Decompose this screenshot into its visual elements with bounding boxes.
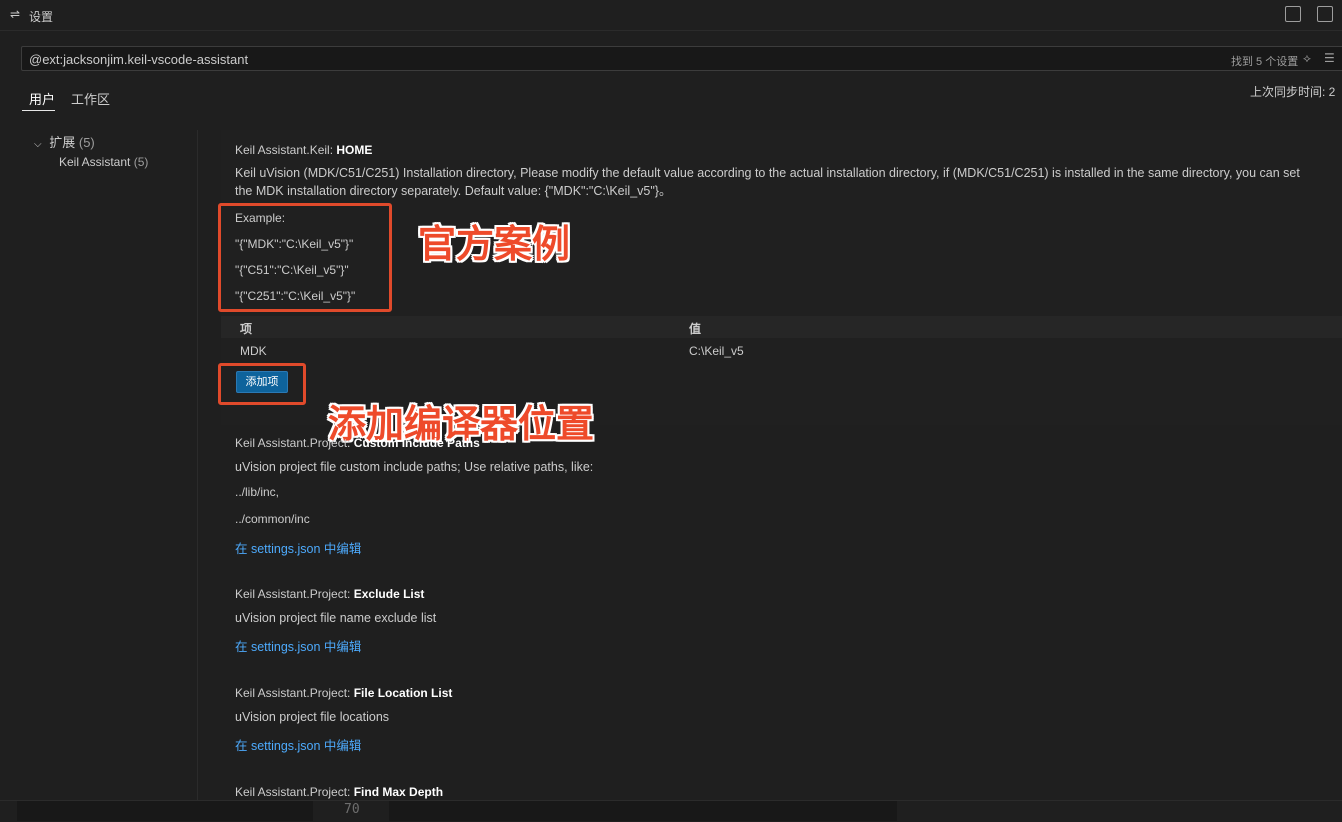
- table-header: [221, 316, 1342, 338]
- split-editor-icon[interactable]: [1317, 6, 1333, 22]
- bottom-segment: [17, 801, 313, 821]
- toc-group-extensions[interactable]: ⌵ 扩展 (5): [34, 132, 95, 151]
- edit-in-settings-json-link[interactable]: 在 settings.json 中编辑: [235, 735, 361, 754]
- editor-title-bar: ⇌ 设置: [0, 0, 1342, 31]
- setting-title: Keil Assistant.Project: Custom Include P…: [235, 436, 480, 450]
- table-cell-value[interactable]: C:\Keil_v5: [689, 344, 744, 358]
- toc-group-label: 扩展: [49, 135, 76, 150]
- toc-item-keil-assistant[interactable]: Keil Assistant (5): [59, 155, 148, 169]
- column-header-key: 项: [240, 322, 253, 336]
- bottom-segment: [389, 801, 897, 821]
- open-settings-json-icon[interactable]: [1285, 6, 1301, 22]
- filter-list-icon[interactable]: ☰: [1324, 51, 1335, 65]
- annotation-box-add: [218, 363, 306, 405]
- setting-title: Keil Assistant.Project: Find Max Depth: [235, 785, 444, 799]
- edit-in-settings-json-link[interactable]: 在 settings.json 中编辑: [235, 636, 361, 655]
- search-result-count: 找到 5 个设置: [1231, 56, 1299, 68]
- setting-title: Keil Assistant.Project: Exclude List: [235, 587, 425, 601]
- setting-description: uVision project file locations: [235, 710, 390, 724]
- settings-search-input[interactable]: @ext:jacksonjim.keil-vscode-assistant 找到…: [21, 46, 1342, 71]
- setting-description: uVision project file custom include path…: [235, 460, 594, 474]
- active-tab-indicator: [22, 110, 55, 111]
- edit-in-settings-json-link[interactable]: 在 settings.json 中编辑: [235, 538, 361, 557]
- toc-group-count: (5): [78, 135, 95, 150]
- settings-tab-title[interactable]: 设置: [29, 8, 53, 25]
- table-cell-key[interactable]: MDK: [240, 344, 267, 358]
- path-example: ../lib/inc,: [235, 485, 280, 499]
- setting-description: Keil uVision (MDK/C51/C251) Installation…: [235, 166, 1300, 180]
- toc-item-label: Keil Assistant: [59, 155, 131, 169]
- line-number: 70: [344, 802, 360, 817]
- setting-title: Keil Assistant.Keil: HOME: [235, 143, 373, 157]
- path-example: ../common/inc: [235, 512, 310, 526]
- search-query: @ext:jacksonjim.keil-vscode-assistant: [29, 52, 249, 67]
- setting-description: uVision project file name exclude list: [235, 611, 437, 625]
- annotation-box-examples: [218, 203, 392, 312]
- column-header-value: 值: [689, 322, 702, 336]
- setting-description: the MDK installation directory separatel…: [235, 184, 672, 198]
- tab-user[interactable]: 用户: [29, 89, 55, 108]
- chevron-down-icon: ⌵: [34, 139, 42, 150]
- annotation-label-examples: 官方案例: [418, 222, 571, 266]
- last-sync-status: 上次同步时间: 2: [1250, 85, 1336, 99]
- tab-workspace[interactable]: 工作区: [71, 89, 110, 108]
- toc-item-count: (5): [133, 155, 149, 169]
- clear-filter-icon[interactable]: ⟡: [1303, 51, 1311, 66]
- setting-title: Keil Assistant.Project: File Location Li…: [235, 686, 453, 700]
- toc-divider: [197, 130, 198, 801]
- settings-sliders-icon: ⇌: [10, 7, 21, 21]
